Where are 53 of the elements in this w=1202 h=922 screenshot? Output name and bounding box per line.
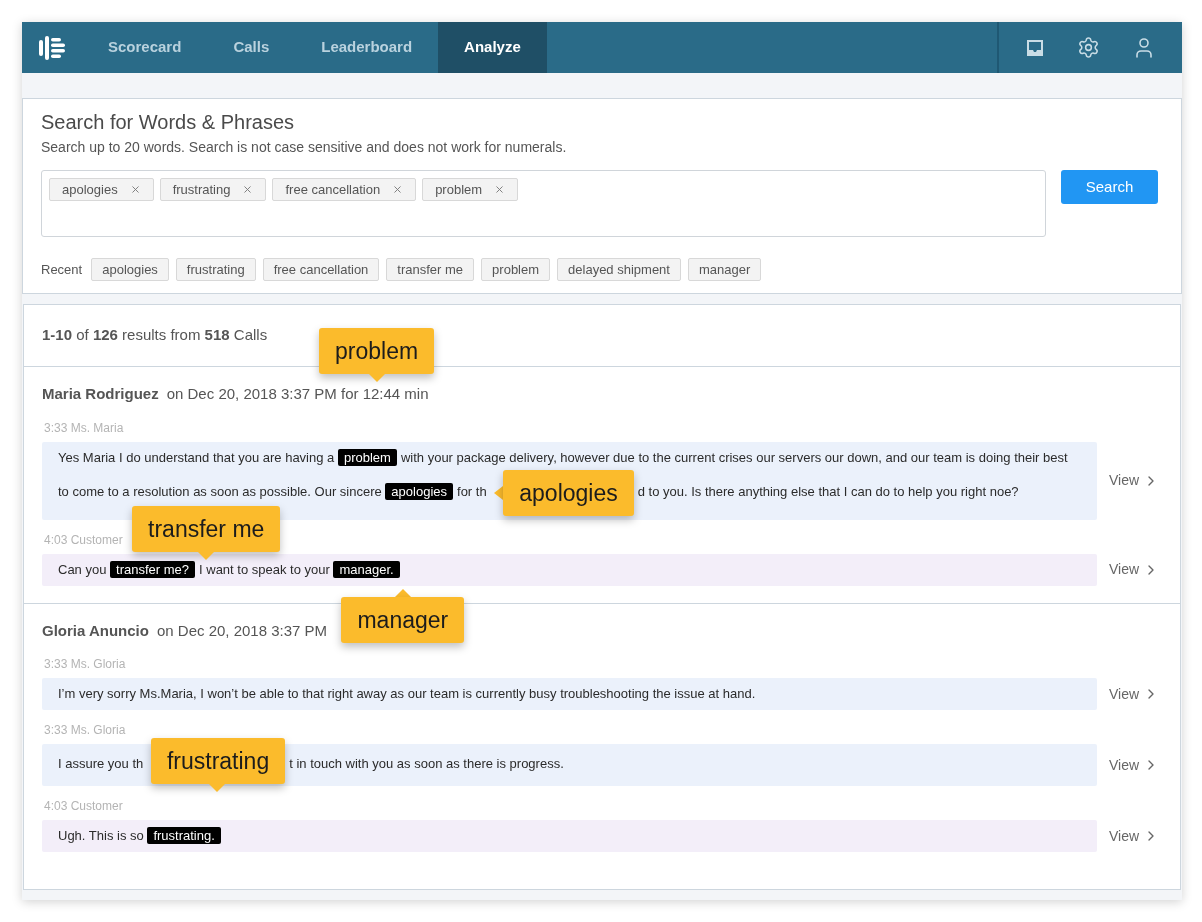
message-text: Ugh. This is so frustrating.	[58, 824, 1081, 848]
remove-icon[interactable]	[129, 184, 141, 195]
matched-word: manager.	[333, 560, 400, 578]
inbox-icon[interactable]	[1025, 37, 1045, 58]
view-link[interactable]: View	[1109, 754, 1160, 776]
call-info: on Dec 20, 2018 3:37 PM	[156, 620, 328, 641]
nav-tab[interactable]: Analyze	[438, 22, 547, 73]
view-link[interactable]: View	[1109, 683, 1160, 705]
matched-word: transfer me?	[110, 560, 196, 578]
view-link[interactable]: View	[1109, 470, 1160, 491]
matched-word: frustrating.	[147, 827, 221, 844]
recent-search-chip[interactable]: free cancellation	[262, 258, 380, 281]
message-text: I’m very sorry Ms.Maria, I won’t be able to that right away as our team is currently busy troubleshooting the issue at hand.	[58, 685, 757, 703]
search-hint: Search up to 20 words. Search is not case sensitive and does not work for numerals.	[41, 138, 568, 157]
remove-icon[interactable]	[494, 184, 506, 195]
search-term-chip: problem	[422, 178, 519, 201]
recent-search-chip[interactable]: problem	[481, 258, 551, 281]
callout-tooltip: problem	[319, 327, 435, 382]
recent-search-chip[interactable]: frustrating	[175, 258, 256, 281]
view-link[interactable]: View	[1109, 825, 1160, 847]
search-title: Search for Words & Phrases	[41, 110, 296, 135]
recent-search-chip[interactable]: delayed shipment	[557, 258, 681, 281]
search-terms-field[interactable]: apologies frustrating free cancellation problem	[41, 170, 1046, 237]
callout-tooltip: transfer me	[132, 505, 281, 560]
view-link[interactable]: View	[1109, 559, 1160, 580]
caller-name: Maria Rodriguez	[42, 384, 159, 404]
logo-icon	[39, 35, 65, 60]
results-summary: 1-10 of 126 results from 518 Calls	[42, 325, 268, 346]
search-term-chip: frustrating	[159, 178, 267, 201]
recent-search-chip[interactable]: transfer me	[386, 258, 475, 281]
settings-icon[interactable]	[1077, 36, 1100, 59]
search-term-chip: free cancellation	[272, 178, 417, 201]
message-meta: 4:03 Customer	[44, 531, 124, 548]
message-meta: 4:03 Customer	[44, 798, 124, 814]
matched-word: problem	[337, 448, 397, 466]
recent-search-chip[interactable]: manager	[687, 258, 762, 281]
recent-search-chip[interactable]: apologies	[91, 258, 169, 281]
message-meta: 3:33 Ms. Gloria	[44, 722, 127, 738]
recent-label: Recent	[41, 260, 83, 279]
search-term-chip: apologies	[49, 178, 154, 201]
callout-tooltip: frustrating	[150, 738, 286, 792]
message-meta: 3:33 Ms. Gloria	[44, 656, 127, 672]
remove-icon[interactable]	[392, 184, 404, 195]
caller-name: Gloria Anuncio	[42, 620, 149, 641]
message-meta: 3:33 Ms. Maria	[44, 419, 125, 436]
call-info: on Dec 20, 2018 3:37 PM for 12:44 min	[166, 384, 429, 404]
callout-tooltip: manager	[341, 588, 465, 643]
nav-tab[interactable]: Scorecard	[82, 22, 208, 73]
nav-tab[interactable]: Calls	[207, 22, 296, 73]
callout-tooltip: apologies	[494, 469, 634, 516]
nav-tab[interactable]: Leaderboard	[295, 22, 439, 73]
remove-icon[interactable]	[242, 184, 254, 195]
matched-word: apologies	[385, 482, 453, 500]
